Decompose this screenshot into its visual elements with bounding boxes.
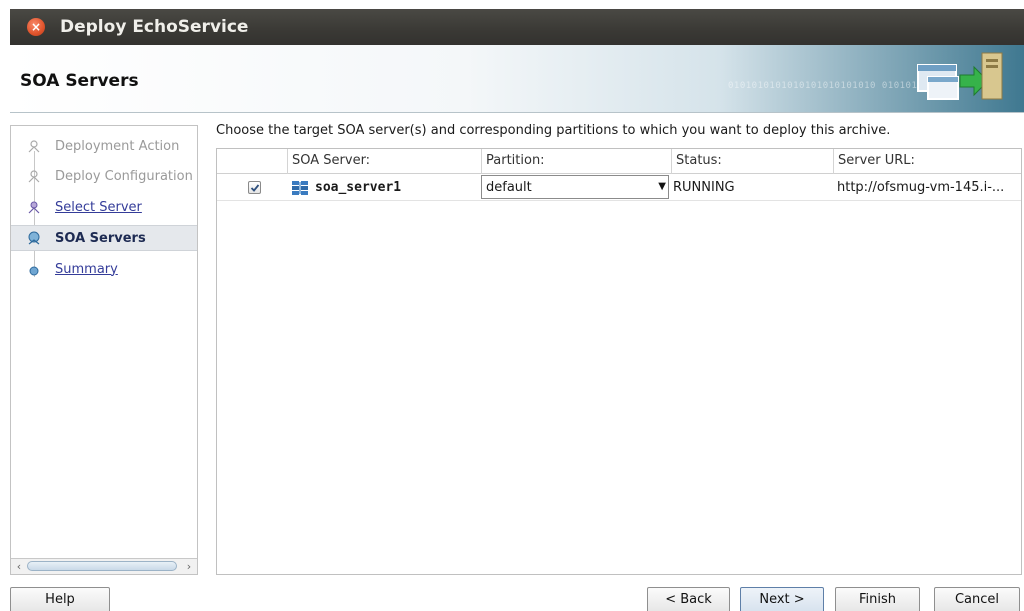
instruction-text: Choose the target SOA server(s) and corr… xyxy=(216,123,891,138)
dropdown-arrow-icon[interactable]: ▼ xyxy=(658,176,666,198)
nav-item-summary[interactable]: Summary xyxy=(11,257,197,281)
nav-item-label[interactable]: Summary xyxy=(55,262,118,277)
server-name: soa_server1 xyxy=(315,180,402,195)
nav-item-deploy-configuration: Deploy Configuration xyxy=(11,164,197,188)
table-header: SOA Server: Partition: Status: Server UR… xyxy=(217,149,1021,174)
page-title: SOA Servers xyxy=(20,71,139,91)
soa-server-table: SOA Server: Partition: Status: Server UR… xyxy=(216,148,1022,575)
nav-item-label: Deploy Configuration xyxy=(55,168,193,184)
column-header-status[interactable]: Status: xyxy=(671,149,833,174)
partition-select[interactable]: default ▼ xyxy=(481,175,669,199)
deploy-icon xyxy=(917,52,1003,100)
server-cluster-icon xyxy=(292,181,308,195)
window-titlebar: × Deploy EchoService xyxy=(10,9,1024,45)
help-button[interactable]: Help xyxy=(10,587,110,611)
next-button[interactable]: Next > xyxy=(740,587,824,611)
server-status: RUNNING xyxy=(673,180,735,195)
table-row[interactable]: soa_server1 default ▼ RUNNING http://ofs… xyxy=(217,174,1021,201)
window-title: Deploy EchoService xyxy=(60,17,249,37)
nav-item-select-server[interactable]: Select Server xyxy=(11,195,197,219)
nav-item-label[interactable]: Select Server xyxy=(55,200,142,215)
nav-horizontal-scrollbar[interactable]: ‹ › xyxy=(11,558,197,574)
scroll-left-icon[interactable]: ‹ xyxy=(12,560,26,573)
partition-value: default xyxy=(486,180,532,195)
server-url: http://ofsmug-vm-145.i-... xyxy=(837,180,1005,195)
scroll-right-icon[interactable]: › xyxy=(182,560,196,573)
nav-item-label: SOA Servers xyxy=(55,230,146,246)
step-disabled-icon xyxy=(28,140,40,153)
close-icon[interactable]: × xyxy=(27,18,45,36)
header-decoration: 0101010101010101010101010 01010101010 xyxy=(728,81,947,91)
step-visited-icon xyxy=(28,201,40,214)
back-button[interactable]: < Back xyxy=(647,587,730,611)
column-header-soa-server[interactable]: SOA Server: xyxy=(287,149,481,174)
wizard-navigation: Deployment Action Deploy Configuration S… xyxy=(10,125,198,575)
step-current-icon xyxy=(28,231,40,245)
step-disabled-icon xyxy=(28,170,40,183)
column-header-partition[interactable]: Partition: xyxy=(481,149,671,174)
column-header-server-url[interactable]: Server URL: xyxy=(833,149,1021,174)
checkmark-icon xyxy=(250,184,260,192)
finish-button[interactable]: Finish xyxy=(835,587,920,611)
scrollbar-thumb[interactable] xyxy=(27,561,177,571)
page-header: SOA Servers 0101010101010101010101010 01… xyxy=(10,45,1024,113)
nav-item-soa-servers[interactable]: SOA Servers xyxy=(11,225,197,251)
cancel-button[interactable]: Cancel xyxy=(934,587,1020,611)
step-pending-icon xyxy=(29,266,39,276)
server-select-checkbox[interactable] xyxy=(248,181,261,194)
nav-item-label: Deployment Action xyxy=(55,138,180,154)
nav-item-deployment-action: Deployment Action xyxy=(11,134,197,158)
